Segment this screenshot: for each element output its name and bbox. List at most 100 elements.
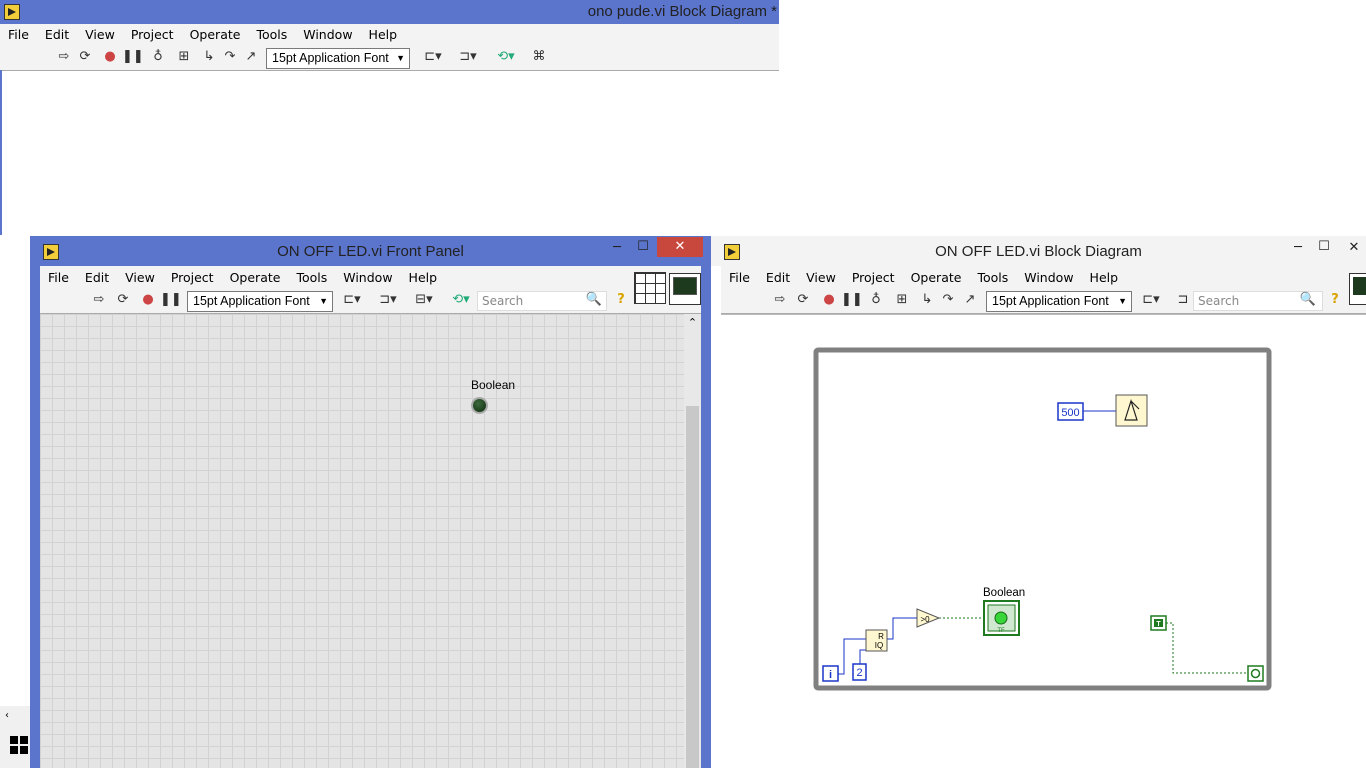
pause-icon[interactable]: ❚❚ — [160, 288, 182, 312]
bg-menubar: File Edit View Project Operate Tools Win… — [0, 24, 779, 45]
font-select[interactable]: 15pt Application Font ▼ — [187, 291, 333, 312]
run-icon[interactable]: ⇨ — [90, 288, 108, 312]
step-over-icon[interactable]: ↷ — [221, 45, 239, 69]
boolean-indicator-label: Boolean — [983, 587, 1025, 599]
align-objects-icon[interactable]: ⊏▾ — [421, 45, 445, 69]
minimize-button[interactable]: ─ — [604, 238, 630, 258]
wire-quotient-to-compare — [887, 617, 917, 640]
abort-icon[interactable]: ● — [820, 288, 838, 312]
menu-file[interactable]: File — [729, 270, 750, 285]
menu-file[interactable]: File — [48, 270, 69, 285]
context-help-icon[interactable]: ? — [612, 288, 630, 312]
abort-icon[interactable]: ● — [101, 45, 119, 69]
highlight-execution-icon[interactable]: ♁ — [149, 45, 167, 69]
reorder-icon[interactable]: ⟲▾ — [493, 45, 519, 69]
menu-project[interactable]: Project — [131, 27, 174, 42]
menu-view[interactable]: View — [806, 270, 836, 285]
menu-operate[interactable]: Operate — [190, 27, 241, 42]
maximize-button[interactable]: ☐ — [1311, 237, 1337, 257]
menu-project[interactable]: Project — [171, 270, 214, 285]
menu-window[interactable]: Window — [343, 270, 392, 285]
front-panel-menubar: File Edit View Project Operate Tools Win… — [40, 266, 701, 288]
menu-view[interactable]: View — [125, 270, 155, 285]
maximize-button[interactable]: ☐ — [630, 237, 656, 257]
front-panel-toolbar: ⇨ ⟳ ● ❚❚ 15pt Application Font ▼ ⊏▾ ⊐▾ ⊟▾… — [40, 288, 701, 314]
true-constant-label: T — [1156, 621, 1161, 628]
boolean-led[interactable] — [471, 397, 488, 414]
pause-icon[interactable]: ❚❚ — [122, 45, 144, 69]
align-objects-icon[interactable]: ⊏▾ — [1139, 288, 1163, 312]
font-select[interactable]: 15pt Application Font ▼ — [266, 48, 410, 69]
run-continuously-icon[interactable]: ⟳ — [114, 288, 132, 312]
pause-icon[interactable]: ❚❚ — [841, 288, 863, 312]
retain-wire-values-icon[interactable]: ⊞ — [893, 288, 911, 312]
bg-block-diagram-window: ono pude.vi Block Diagram * File Edit Vi… — [0, 0, 779, 235]
run-continuously-icon[interactable]: ⟳ — [794, 288, 812, 312]
run-icon[interactable]: ⇨ — [55, 45, 73, 69]
quotient-remainder-iq-label: IQ — [875, 641, 883, 650]
quotient-remainder-r-label: R — [878, 632, 884, 641]
close-button[interactable]: ✕ — [1341, 238, 1366, 258]
resize-objects-icon[interactable]: ⊟▾ — [412, 288, 436, 312]
block-diagram-canvas[interactable]: i 2 R IQ >0 Boolean TF 500 T — [711, 315, 1366, 768]
step-out-icon[interactable]: ↗ — [242, 45, 260, 69]
step-out-icon[interactable]: ↗ — [961, 288, 979, 312]
menu-tools[interactable]: Tools — [977, 270, 1008, 285]
menu-tools[interactable]: Tools — [256, 27, 287, 42]
vertical-scrollbar[interactable]: ⌃ — [684, 314, 701, 768]
left-scroll-arrow-icon[interactable]: ‹ — [5, 710, 9, 721]
menu-window[interactable]: Window — [303, 27, 352, 42]
align-objects-icon[interactable]: ⊏▾ — [340, 288, 364, 312]
menu-help[interactable]: Help — [369, 27, 398, 42]
search-icon[interactable]: 🔍 — [1299, 288, 1317, 312]
step-over-icon[interactable]: ↷ — [939, 288, 957, 312]
scrollbar-thumb[interactable] — [686, 406, 699, 768]
vi-icon[interactable] — [669, 273, 701, 305]
run-continuously-icon[interactable]: ⟳ — [76, 45, 94, 69]
menu-edit[interactable]: Edit — [766, 270, 790, 285]
menu-operate[interactable]: Operate — [230, 270, 281, 285]
clean-up-diagram-icon[interactable]: ⌘ — [528, 45, 550, 69]
menu-file[interactable]: File — [8, 27, 29, 42]
retain-wire-values-icon[interactable]: ⊞ — [175, 45, 193, 69]
highlight-execution-icon[interactable]: ♁ — [867, 288, 885, 312]
front-panel-window: ON OFF LED.vi Front Panel ─ ☐ ✕ File Edi… — [30, 236, 711, 768]
bg-window-left-edge — [0, 70, 2, 235]
labview-app-icon[interactable] — [4, 4, 20, 20]
close-button[interactable]: ✕ — [657, 237, 703, 257]
distribute-objects-icon[interactable]: ⊐▾ — [376, 288, 400, 312]
font-select[interactable]: 15pt Application Font ▼ — [986, 291, 1132, 312]
wait-ms-node[interactable] — [1115, 394, 1148, 427]
connector-pane-icon[interactable] — [634, 272, 666, 304]
menu-help[interactable]: Help — [409, 270, 438, 285]
menu-project[interactable]: Project — [852, 270, 895, 285]
search-icon[interactable]: 🔍 — [585, 288, 603, 312]
distribute-objects-icon[interactable]: ⊐ — [1173, 288, 1193, 312]
greater-than-zero-label: >0 — [920, 615, 930, 624]
menu-edit[interactable]: Edit — [45, 27, 69, 42]
menu-help[interactable]: Help — [1090, 270, 1119, 285]
block-diagram-menubar: File Edit View Project Operate Tools Win… — [721, 266, 1366, 288]
front-panel-titlebar[interactable]: ON OFF LED.vi Front Panel ─ ☐ ✕ — [30, 236, 711, 266]
reorder-icon[interactable]: ⟲▾ — [448, 288, 474, 312]
step-into-icon[interactable]: ↳ — [200, 45, 218, 69]
block-diagram-titlebar[interactable]: ON OFF LED.vi Block Diagram ─ ☐ ✕ — [711, 236, 1366, 266]
boolean-label: Boolean — [471, 378, 516, 392]
abort-icon[interactable]: ● — [139, 288, 157, 312]
distribute-objects-icon[interactable]: ⊐▾ — [456, 45, 480, 69]
menu-tools[interactable]: Tools — [296, 270, 327, 285]
loop-condition-terminal[interactable] — [1247, 665, 1264, 682]
windows-start-icon[interactable] — [10, 736, 28, 754]
step-into-icon[interactable]: ↳ — [918, 288, 936, 312]
bg-titlebar[interactable]: ono pude.vi Block Diagram * — [0, 0, 779, 24]
wire-true-to-stop — [1166, 622, 1248, 674]
menu-view[interactable]: View — [85, 27, 115, 42]
context-help-icon[interactable]: ? — [1326, 288, 1344, 312]
menu-edit[interactable]: Edit — [85, 270, 109, 285]
minimize-button[interactable]: ─ — [1285, 238, 1311, 258]
menu-window[interactable]: Window — [1024, 270, 1073, 285]
menu-operate[interactable]: Operate — [911, 270, 962, 285]
front-panel-canvas[interactable]: Boolean — [40, 314, 684, 768]
vi-icon[interactable] — [1349, 273, 1366, 305]
run-icon[interactable]: ⇨ — [771, 288, 789, 312]
